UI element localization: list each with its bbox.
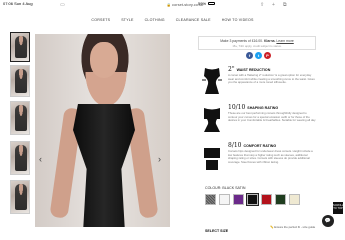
swatch-white[interactable]	[219, 194, 230, 205]
chat-icon[interactable]: 💬	[322, 215, 334, 227]
product-thumbnail[interactable]	[10, 65, 30, 97]
product-thumbnail[interactable]	[10, 180, 30, 214]
browser-toolbar: ▭ 🔒corset-story.co.uk ⇪ + ⧉	[0, 0, 345, 11]
colour-label: COLOUR: BLACK SATIN	[205, 186, 246, 190]
next-image-arrow-icon[interactable]: ›	[158, 154, 161, 164]
pinterest-icon[interactable]: P	[264, 52, 271, 59]
feature-waist-reduction: 2" WAIST REDUCTION A corset with a 'flatt…	[200, 66, 316, 102]
nav-item-style[interactable]: STYLE	[121, 16, 133, 26]
feature-shaping-rating: 10/10 SHAPING RATING These are our best p…	[200, 104, 316, 140]
product-main-image[interactable]: ‹ ›	[35, 34, 170, 227]
prev-image-arrow-icon[interactable]: ‹	[39, 154, 42, 164]
scroll-to-top-button[interactable]: SCROLL TO TOP	[333, 202, 343, 214]
waist-reduction-icon	[202, 68, 222, 94]
nav-item-clearance-sale[interactable]: CLEARANCE SALE	[176, 16, 211, 26]
main-nav: CORSETS STYLE CLOTHING CLEARANCE SALE HO…	[0, 16, 345, 26]
twitter-icon[interactable]: t	[255, 52, 262, 59]
tabs-icon[interactable]: ⧉	[283, 2, 287, 8]
feature-comfort-rating: 8/10 COMFORT RATING Corsets hips designed…	[200, 142, 316, 180]
swatch-green[interactable]	[275, 194, 286, 205]
nav-item-how-to-videos[interactable]: HOW TO VIDEOS	[222, 16, 254, 26]
shaping-rating-icon	[204, 108, 220, 132]
product-thumbnail[interactable]	[10, 32, 30, 62]
nav-item-corsets[interactable]: CORSETS	[91, 16, 110, 26]
comfort-rating-icon	[204, 148, 220, 170]
learn-more-link[interactable]: Learn more	[276, 39, 293, 43]
facebook-icon[interactable]: f	[246, 52, 253, 59]
product-thumbnail[interactable]	[10, 141, 30, 175]
lock-icon: 🔒	[166, 3, 172, 7]
sidebar-icon[interactable]: ▭	[60, 2, 65, 8]
swatch-red[interactable]	[261, 194, 272, 205]
klarna-payment-box: Make 3 payments of £16.00. Klarna. Learn…	[198, 36, 316, 50]
url-field[interactable]: 🔒corset-story.co.uk	[150, 2, 220, 7]
swatch-black[interactable]	[245, 192, 260, 207]
swatch-cream[interactable]	[289, 194, 300, 205]
swatch-purple[interactable]	[233, 194, 244, 205]
size-guide-link[interactable]: 📏 Ensure the perfect fit - size guide	[270, 225, 315, 229]
new-tab-icon[interactable]: +	[272, 2, 275, 8]
share-icon[interactable]: ⇪	[260, 2, 264, 8]
nav-item-clothing[interactable]: CLOTHING	[145, 16, 165, 26]
select-size-label: SELECT SIZE	[205, 229, 229, 233]
ruler-icon: 📏	[270, 225, 274, 229]
swatch-grey-pattern[interactable]	[205, 194, 216, 205]
product-thumbnail[interactable]	[10, 101, 30, 135]
